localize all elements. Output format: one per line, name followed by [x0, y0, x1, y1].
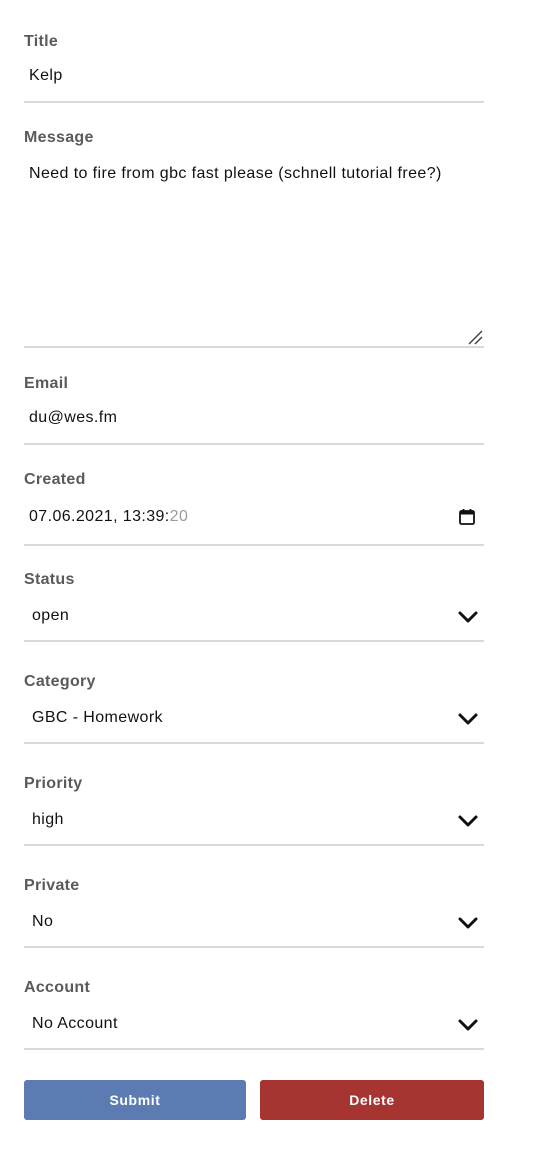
chevron-down-icon[interactable] — [458, 610, 478, 624]
created-underline — [24, 544, 484, 546]
title-label: Title — [24, 33, 59, 50]
account-label: Account — [24, 979, 91, 996]
email-label: Email — [24, 375, 69, 392]
category-underline — [24, 742, 484, 744]
title-underline — [24, 101, 484, 103]
email-input[interactable]: du@wes.fm — [29, 408, 117, 428]
resize-handle-icon[interactable] — [466, 328, 484, 346]
created-label: Created — [24, 471, 86, 488]
status-select[interactable]: open — [32, 606, 69, 626]
created-field: Created 07.06.2021, 13:39:20 — [24, 470, 484, 546]
chevron-down-icon[interactable] — [458, 712, 478, 726]
calendar-icon[interactable] — [458, 508, 476, 526]
chevron-down-icon[interactable] — [458, 814, 478, 828]
chevron-down-icon[interactable] — [458, 916, 478, 930]
account-underline — [24, 1048, 484, 1050]
priority-field: Priority high — [24, 774, 484, 846]
status-field: Status open — [24, 570, 484, 642]
email-field: Email du@wes.fm — [24, 374, 484, 446]
private-underline — [24, 946, 484, 948]
category-select[interactable]: GBC - Homework — [32, 708, 163, 728]
private-field: Private No — [24, 876, 484, 948]
title-input[interactable]: Kelp — [29, 66, 63, 86]
account-field: Account No Account — [24, 978, 484, 1050]
title-field: Title Kelp — [24, 32, 484, 104]
status-label: Status — [24, 571, 75, 588]
created-seconds-value: 20 — [169, 508, 189, 525]
account-select[interactable]: No Account — [32, 1014, 118, 1034]
message-field: Message Need to fire from gbc fast pleas… — [24, 128, 484, 348]
chevron-down-icon[interactable] — [458, 1018, 478, 1032]
status-underline — [24, 640, 484, 642]
message-underline — [24, 346, 484, 348]
category-label: Category — [24, 673, 96, 690]
priority-label: Priority — [24, 775, 83, 792]
priority-underline — [24, 844, 484, 846]
private-select[interactable]: No — [32, 912, 53, 932]
submit-button[interactable]: Submit — [24, 1080, 246, 1120]
delete-button[interactable]: Delete — [260, 1080, 484, 1120]
message-label: Message — [24, 129, 94, 146]
category-field: Category GBC - Homework — [24, 672, 484, 744]
private-label: Private — [24, 877, 80, 894]
ticket-form: Title Kelp Message Need to fire from gbc… — [0, 0, 558, 1158]
priority-select[interactable]: high — [32, 810, 64, 830]
created-datetime-input[interactable]: 07.06.2021, 13:39:20 — [29, 507, 188, 527]
created-datetime-value: 07.06.2021, 13:39: — [29, 508, 170, 525]
message-textarea[interactable]: Need to fire from gbc fast please (schne… — [29, 164, 442, 184]
email-underline — [24, 443, 484, 445]
